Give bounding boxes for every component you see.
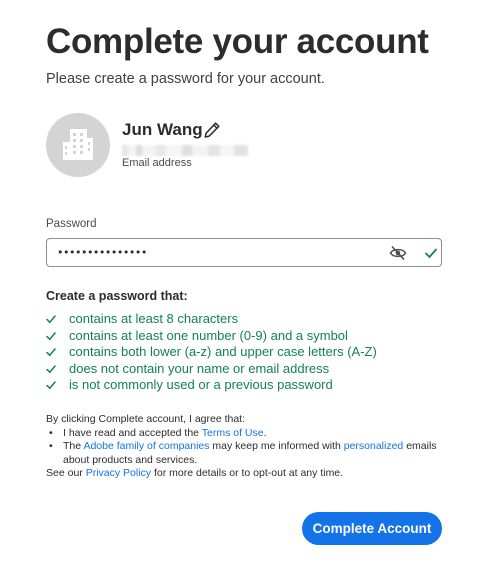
checkmark-icon <box>46 381 56 390</box>
legal-text: The <box>63 440 84 452</box>
checkmark-icon <box>46 364 56 373</box>
complete-account-button[interactable]: Complete Account <box>302 512 442 545</box>
legal-item-marketing: • The Adobe family of companies may keep … <box>46 440 446 467</box>
legal-outro: See our Privacy Policy for more details … <box>46 467 446 481</box>
avatar <box>46 113 110 177</box>
password-rule: contains at least one number (0-9) and a… <box>46 327 377 344</box>
legal-text: for more details or to opt-out at any ti… <box>151 467 344 479</box>
legal-text: . <box>263 426 267 439</box>
personalized-link[interactable]: personalized <box>344 440 404 452</box>
password-field[interactable] <box>46 238 442 267</box>
legal-item-terms: • I have read and accepted the Terms of U… <box>46 427 446 441</box>
adobe-family-link[interactable]: Adobe family of companies <box>83 440 209 452</box>
password-rules-heading: Create a password that: <box>46 289 188 303</box>
email-label: Email address <box>122 157 192 169</box>
password-rule-text: does not contain your name or email addr… <box>69 360 330 376</box>
page-title: Complete your account <box>46 22 429 61</box>
checkmark-icon <box>46 331 56 340</box>
password-rule: does not contain your name or email addr… <box>46 360 377 377</box>
email-value-redacted <box>122 145 248 156</box>
password-rule: is not commonly used or a previous passw… <box>46 376 377 393</box>
legal-text: See our <box>46 467 86 479</box>
password-rule-text: is not commonly used or a previous passw… <box>69 377 333 392</box>
password-rule-text: contains both lower (a-z) and upper case… <box>69 344 377 359</box>
user-name: Jun Wang <box>122 120 203 139</box>
password-label: Password <box>46 218 97 230</box>
password-rules-list: contains at least 8 characters contains … <box>46 310 377 393</box>
building-icon <box>63 129 93 160</box>
password-input[interactable] <box>57 242 377 263</box>
eye-slash-icon[interactable] <box>389 245 407 261</box>
legal-list: • I have read and accepted the Terms of U… <box>46 427 446 468</box>
legal-bullet: • <box>49 440 53 452</box>
password-rule-text: contains at least 8 characters <box>69 311 239 326</box>
password-rule: contains both lower (a-z) and upper case… <box>46 343 377 360</box>
legal-text: may keep me informed with <box>209 440 344 452</box>
legal-consent: By clicking Complete account, I agree th… <box>46 413 446 481</box>
pencil-icon[interactable] <box>203 121 221 139</box>
checkmark-icon <box>46 348 56 357</box>
page-subtitle: Please create a password for your accoun… <box>46 71 325 87</box>
terms-of-use-link[interactable]: Terms of Use <box>202 427 264 439</box>
legal-intro: By clicking Complete account, I agree th… <box>46 413 246 425</box>
legal-bullet: • <box>49 426 53 439</box>
checkmark-icon <box>46 315 56 324</box>
privacy-policy-link[interactable]: Privacy Policy <box>86 467 151 479</box>
password-rule: contains at least 8 characters <box>46 310 377 327</box>
checkmark-icon <box>425 248 437 258</box>
legal-text: I have read and accepted the <box>63 426 202 439</box>
password-rule-text: contains at least one number (0-9) and a… <box>69 327 348 343</box>
complete-account-page: Complete your account Please create a pa… <box>0 0 495 568</box>
